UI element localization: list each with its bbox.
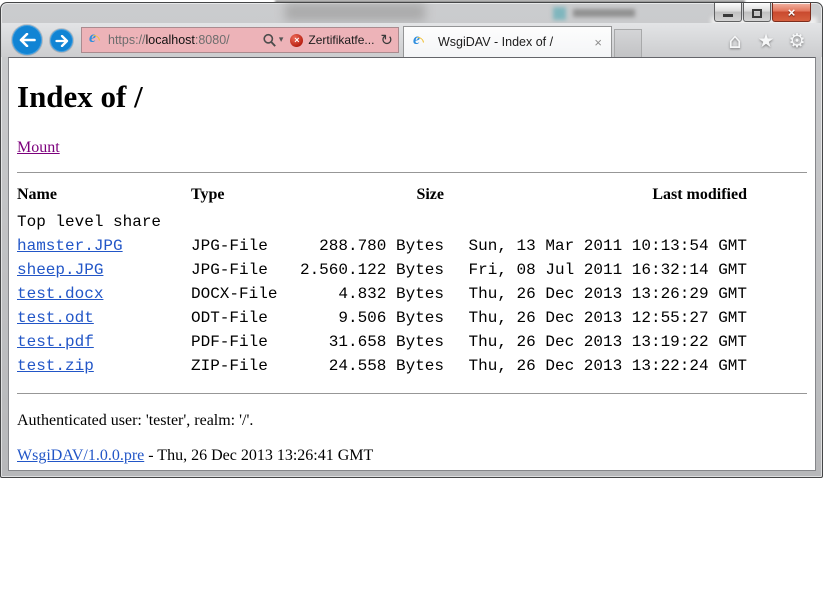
home-icon: ⌂: [728, 29, 741, 53]
file-link[interactable]: hamster.JPG: [17, 237, 123, 255]
file-modified: Thu, 26 Dec 2013 13:22:24 GMT: [444, 354, 747, 378]
table-row: hamster.JPG JPG-File 288.780 Bytes Sun, …: [17, 234, 747, 258]
file-size: 4.832 Bytes: [291, 282, 444, 306]
search-button[interactable]: ▾: [262, 33, 284, 48]
chevron-down-icon: ▾: [279, 35, 284, 45]
footer-timestamp: - Thu, 26 Dec 2013 13:26:41 GMT: [144, 447, 373, 464]
file-type: JPG-File: [191, 258, 291, 282]
column-header-last-modified: Last modified: [444, 186, 747, 210]
file-modified: Sun, 13 Mar 2011 10:13:54 GMT: [444, 234, 747, 258]
file-type: JPG-File: [191, 234, 291, 258]
mount-line: Mount: [17, 139, 807, 157]
close-icon: ×: [788, 6, 796, 19]
auth-status-line: Authenticated user: 'tester', realm: '/'…: [17, 412, 807, 430]
minimize-button[interactable]: [714, 3, 742, 22]
glass-blur-blob: [285, 3, 425, 21]
file-link[interactable]: sheep.JPG: [17, 261, 103, 279]
file-size: 31.658 Bytes: [291, 330, 444, 354]
table-row: test.pdf PDF-File 31.658 Bytes Thu, 26 D…: [17, 330, 747, 354]
file-link[interactable]: test.zip: [17, 357, 94, 375]
back-arrow-icon: [19, 33, 36, 47]
file-size: 24.558 Bytes: [291, 354, 444, 378]
refresh-icon: ↻: [380, 31, 393, 49]
directory-listing-table: Name Type Size Last modified Top level s…: [17, 186, 747, 378]
file-size: 2.560.122 Bytes: [291, 258, 444, 282]
tab-wsgidav[interactable]: e WsgiDAV - Index of / ×: [403, 26, 612, 57]
file-type: PDF-File: [191, 330, 291, 354]
new-tab-button[interactable]: [614, 29, 642, 57]
file-type: ODT-File: [191, 306, 291, 330]
file-size: 9.506 Bytes: [291, 306, 444, 330]
file-link[interactable]: test.docx: [17, 285, 103, 303]
url-port-path: :8080/: [195, 33, 230, 47]
table-row: sheep.JPG JPG-File 2.560.122 Bytes Fri, …: [17, 258, 747, 282]
file-size: 288.780 Bytes: [291, 234, 444, 258]
url-text: https://localhost:8080/: [108, 33, 230, 47]
favorites-button[interactable]: ★: [754, 29, 778, 53]
forward-button[interactable]: [50, 29, 73, 52]
browser-window: × e https://localhost:8080/: [0, 2, 823, 478]
tab-favicon: e: [411, 34, 427, 50]
minimize-icon: [723, 14, 733, 17]
file-type: DOCX-File: [191, 282, 291, 306]
file-link[interactable]: test.pdf: [17, 333, 94, 351]
maximize-button[interactable]: [743, 3, 771, 22]
gear-icon: ⚙: [788, 30, 805, 52]
back-button[interactable]: [12, 25, 42, 55]
file-modified: Thu, 26 Dec 2013 13:26:29 GMT: [444, 282, 747, 306]
glass-blur-blob: [573, 9, 635, 17]
wsgidav-version-link[interactable]: WsgiDAV/1.0.0.pre: [17, 447, 144, 464]
mount-link[interactable]: Mount: [17, 139, 60, 156]
ie-favicon: e: [87, 32, 103, 48]
page-title: Index of /: [17, 79, 807, 115]
star-icon: ★: [757, 30, 774, 52]
tools-button[interactable]: ⚙: [785, 29, 809, 53]
tab-title: WsgiDAV - Index of /: [438, 35, 592, 49]
column-header-type: Type: [191, 186, 291, 210]
title-bar[interactable]: [1, 3, 822, 23]
tab-close-button[interactable]: ×: [592, 36, 604, 49]
file-modified: Thu, 26 Dec 2013 13:19:22 GMT: [444, 330, 747, 354]
divider: [17, 172, 807, 173]
table-row: test.docx DOCX-File 4.832 Bytes Thu, 26 …: [17, 282, 747, 306]
file-modified: Fri, 08 Jul 2011 16:32:14 GMT: [444, 258, 747, 282]
table-row: test.odt ODT-File 9.506 Bytes Thu, 26 De…: [17, 306, 747, 330]
divider: [17, 393, 807, 394]
command-icons: ⌂ ★ ⚙: [723, 29, 809, 53]
certificate-error-label: Zertifikatfe...: [308, 33, 374, 47]
home-button[interactable]: ⌂: [723, 29, 747, 53]
table-row: test.zip ZIP-File 24.558 Bytes Thu, 26 D…: [17, 354, 747, 378]
forward-arrow-icon: [55, 35, 69, 47]
close-button[interactable]: ×: [772, 3, 811, 22]
share-note: Top level share: [17, 210, 747, 234]
table-header-row: Name Type Size Last modified: [17, 186, 747, 210]
refresh-button[interactable]: ↻: [380, 33, 393, 48]
file-type: ZIP-File: [191, 354, 291, 378]
file-modified: Thu, 26 Dec 2013 12:55:27 GMT: [444, 306, 747, 330]
maximize-icon: [752, 9, 762, 18]
address-bar[interactable]: e https://localhost:8080/ ▾ × Zertifikat…: [81, 27, 399, 53]
glass-blur-blob: [553, 7, 566, 20]
certificate-error-button[interactable]: × Zertifikatfe...: [290, 33, 374, 47]
navigation-bar: e https://localhost:8080/ ▾ × Zertifikat…: [1, 23, 822, 57]
search-icon: [262, 33, 277, 48]
file-link[interactable]: test.odt: [17, 309, 94, 327]
certificate-error-icon: ×: [290, 34, 303, 47]
window-controls: ×: [714, 3, 812, 23]
column-header-name: Name: [17, 186, 191, 210]
url-scheme: https://: [108, 33, 146, 47]
column-header-size: Size: [291, 186, 444, 210]
table-note-row: Top level share: [17, 210, 747, 234]
url-host: localhost: [146, 33, 195, 47]
footer-line: WsgiDAV/1.0.0.pre - Thu, 26 Dec 2013 13:…: [17, 447, 807, 465]
page-content: Index of / Mount Name Type Size Last mod…: [8, 57, 816, 471]
